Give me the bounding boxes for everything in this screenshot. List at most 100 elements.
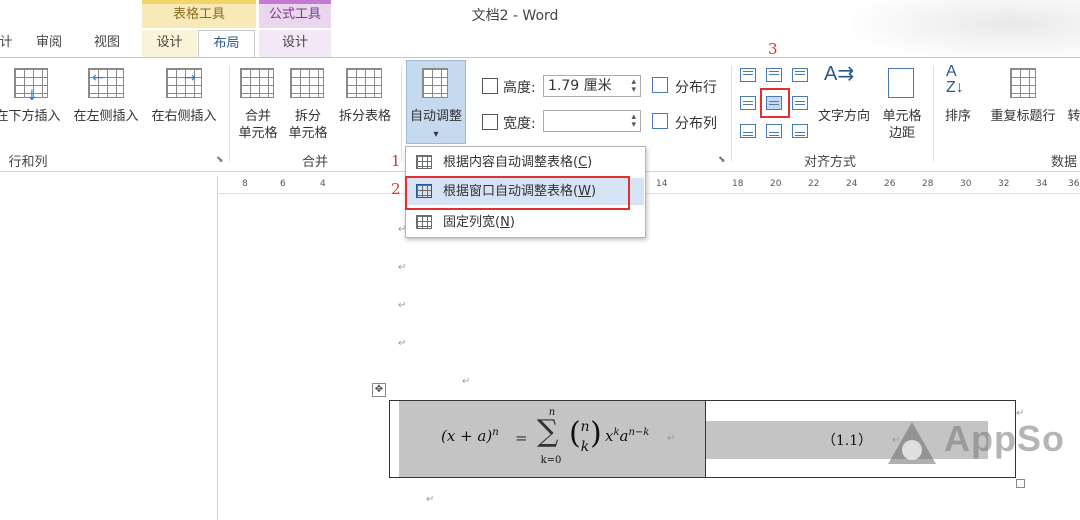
convert-button[interactable]: 转 <box>1064 108 1080 125</box>
distribute-rows-icon <box>652 77 668 93</box>
paragraph-mark: ↵ <box>398 300 407 311</box>
ruler-tick: 28 <box>922 179 934 189</box>
ruler-tick: 8 <box>242 179 248 189</box>
autofit-label: 自动调整 <box>409 109 462 124</box>
menu-item-accelerator: N <box>500 215 510 230</box>
group-label-rows-cols: 行和列 <box>8 155 48 170</box>
ruler-tick: 26 <box>884 179 896 189</box>
equation-rhs-terms: xkan−k <box>605 427 649 445</box>
menu-item-fixed-column-width[interactable]: 固定列宽(N) <box>407 209 644 236</box>
ruler-tick: 36 <box>1068 179 1080 189</box>
watermark-text: AppSo <box>944 418 1065 459</box>
ruler-tick: 24 <box>846 179 858 189</box>
repeat-header-label: 重复标题行 <box>990 109 1056 124</box>
sort-label: 排序 <box>944 109 971 124</box>
split-table-label: 拆分表格 <box>338 109 391 124</box>
align-bottom-left-icon[interactable] <box>740 124 756 138</box>
tab-partial[interactable]: 计 <box>0 30 14 58</box>
align-top-right-icon[interactable] <box>792 68 808 82</box>
column-width-icon <box>482 114 498 130</box>
height-value: 1.79 厘米 <box>548 78 612 94</box>
tab-view[interactable]: 视图 <box>84 30 130 58</box>
horizontal-ruler[interactable]: 8 6 4 14 18 20 22 24 26 28 30 32 34 36 <box>218 176 1080 194</box>
annotation-step-2: 2 <box>391 180 401 198</box>
autofit-contents-icon <box>416 155 432 169</box>
cell-margins-label-2: 边距 <box>888 126 915 141</box>
row-height-icon <box>482 78 498 94</box>
paragraph-mark: ↵ <box>398 338 407 349</box>
align-bottom-center-icon[interactable] <box>766 124 782 138</box>
table-move-handle-icon[interactable]: ✥ <box>372 383 386 397</box>
sum-lower-limit: k=0 <box>540 455 562 466</box>
arrow-down-icon: ↓ <box>26 88 38 104</box>
align-top-left-icon[interactable] <box>740 68 756 82</box>
menu-item-accelerator: C <box>578 155 588 170</box>
insert-right-label: 在右侧插入 <box>151 109 217 124</box>
align-middle-right-icon[interactable] <box>792 96 808 110</box>
tab-table-design[interactable]: 设计 <box>142 30 197 58</box>
sort-icon: A Z↓ <box>946 63 964 96</box>
height-spinner-icon[interactable]: ▴ ▾ <box>631 78 636 95</box>
fixed-column-width-icon <box>416 215 432 229</box>
equation-lhs: (x + a)n <box>441 427 499 445</box>
insert-below-label: 在下方插入 <box>0 109 61 124</box>
autofit-dropdown-arrow: ▾ <box>433 129 439 140</box>
cell-size-launcher-icon[interactable]: ⬊ <box>718 155 726 165</box>
ruler-tick: 22 <box>808 179 820 189</box>
ribbon-tabs: 计 审阅 视图 设计 布局 设计 <box>0 28 1080 58</box>
ruler-tick: 6 <box>280 179 286 189</box>
ruler-tick: 32 <box>998 179 1010 189</box>
height-label: 高度: <box>503 80 536 96</box>
height-input[interactable]: 1.79 厘米 ▴ ▾ <box>543 75 641 97</box>
group-separator <box>933 66 934 162</box>
cell-margins-label-1: 单元格 <box>882 109 922 124</box>
ruler-tick: 4 <box>320 179 326 189</box>
tab-review[interactable]: 审阅 <box>26 30 72 58</box>
width-label: 宽度: <box>503 116 536 132</box>
table-resize-handle[interactable] <box>1016 479 1025 488</box>
distribute-cols-button[interactable]: 分布列 <box>675 113 717 133</box>
split-cells-icon <box>290 68 324 98</box>
group-separator <box>731 66 732 162</box>
equation-equals: = <box>515 429 528 447</box>
menu-item-autofit-contents[interactable]: 根据内容自动调整表格(C) <box>407 149 644 176</box>
align-middle-left-icon[interactable] <box>740 96 756 110</box>
width-input[interactable]: ▴ ▾ <box>543 110 641 132</box>
align-top-center-icon[interactable] <box>766 68 782 82</box>
group-separator <box>401 66 402 162</box>
equation-cell[interactable]: (x + a)n = n ∑ k=0 ( n k ) xkan−k ↵ <box>399 401 706 477</box>
binomial-right-paren: ) <box>590 416 602 451</box>
arrow-right-icon: → <box>184 70 196 86</box>
text-direction-label: 文字方向 <box>817 109 870 124</box>
group-separator <box>229 66 230 162</box>
tab-table-layout[interactable]: 布局 <box>198 30 255 58</box>
equation-a-exponent: n−k <box>628 427 650 438</box>
split-cells-label-2: 单元格 <box>288 126 328 141</box>
annotation-box-2 <box>405 176 630 210</box>
width-spinner-icon[interactable]: ▴ ▾ <box>631 113 636 130</box>
group-label-data: 数据 <box>1050 155 1077 170</box>
document-title: 文档2 - Word <box>471 8 559 24</box>
repeat-header-icon <box>1010 68 1036 98</box>
equation-lhs-exponent: n <box>492 427 499 438</box>
paragraph-mark: ↵ <box>426 494 435 505</box>
annotation-step-1: 1 <box>391 152 401 170</box>
arrow-left-icon: ← <box>92 70 104 86</box>
autofit-icon <box>422 68 448 98</box>
paragraph-mark: ↵ <box>462 376 471 387</box>
group-label-alignment: 对齐方式 <box>803 155 856 170</box>
menu-item-paren: ) <box>587 155 593 170</box>
merge-cells-icon <box>240 68 274 98</box>
distribute-cols-icon <box>652 113 668 129</box>
group-label-merge: 合并 <box>301 155 328 170</box>
watermark: AppSo <box>884 418 1074 470</box>
merge-cells-label-2: 单元格 <box>238 126 278 141</box>
annotation-step-3: 3 <box>768 40 778 58</box>
paragraph-mark: ↵ <box>398 262 407 273</box>
distribute-rows-button[interactable]: 分布行 <box>675 77 717 97</box>
rows-cols-launcher-icon[interactable]: ⬊ <box>216 155 224 165</box>
menu-item-label: 固定列宽( <box>443 215 501 230</box>
ruler-tick: 18 <box>732 179 744 189</box>
align-bottom-right-icon[interactable] <box>792 124 808 138</box>
tab-formula-design[interactable]: 设计 <box>259 30 331 58</box>
